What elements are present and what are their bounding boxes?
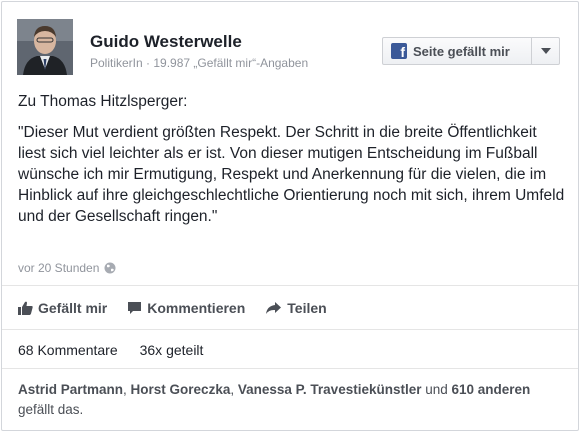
likers-summary: Astrid Partmann, Horst Goreczka, Vanessa… bbox=[18, 380, 558, 420]
share-arrow-icon bbox=[266, 302, 282, 314]
page-meta: PolitikerIn · 19.987 „Gefällt mir“-Angab… bbox=[90, 56, 308, 70]
post-timestamp-row: vor 20 Stunden bbox=[18, 261, 116, 275]
likers-others-link[interactable]: 610 anderen bbox=[452, 382, 531, 397]
like-label: Gefällt mir bbox=[38, 300, 108, 316]
post-intro: Zu Thomas Hitzlsperger: bbox=[18, 93, 188, 110]
liker-name[interactable]: Astrid Partmann bbox=[18, 382, 123, 397]
likers-suffix: gefällt das. bbox=[18, 402, 84, 417]
share-button[interactable]: Teilen bbox=[265, 300, 327, 316]
profile-photo bbox=[17, 19, 73, 75]
share-label: Teilen bbox=[287, 300, 327, 316]
avatar[interactable] bbox=[17, 19, 73, 75]
shares-count[interactable]: 36x geteilt bbox=[140, 342, 204, 358]
page-category: PolitikerIn bbox=[90, 56, 143, 70]
thumbs-up-icon bbox=[18, 301, 33, 315]
comment-label: Kommentieren bbox=[147, 300, 246, 316]
post-actions: Gefällt mir Kommentieren Teilen bbox=[18, 298, 347, 318]
liker-and: und bbox=[421, 382, 452, 397]
divider bbox=[2, 368, 578, 369]
post-card: Guido Westerwelle PolitikerIn · 19.987 „… bbox=[1, 1, 579, 431]
speech-bubble-icon bbox=[128, 302, 142, 314]
chevron-down-icon bbox=[540, 48, 551, 54]
facebook-logo-icon: f bbox=[391, 43, 407, 59]
post-quote: "Dieser Mut verdient größten Respekt. De… bbox=[18, 124, 565, 225]
globe-icon[interactable] bbox=[104, 262, 116, 274]
liker-separator: , bbox=[123, 382, 131, 397]
liker-separator: , bbox=[230, 382, 238, 397]
like-page-button[interactable]: f Seite gefällt mir bbox=[383, 38, 531, 64]
like-page-dropdown[interactable] bbox=[532, 38, 559, 64]
comment-button[interactable]: Kommentieren bbox=[127, 300, 245, 316]
post-timestamp[interactable]: vor 20 Stunden bbox=[18, 261, 99, 275]
comments-count[interactable]: 68 Kommentare bbox=[18, 342, 118, 358]
post-stats: 68 Kommentare 36x geteilt bbox=[18, 342, 225, 358]
divider bbox=[2, 329, 578, 330]
page-name[interactable]: Guido Westerwelle bbox=[90, 32, 242, 52]
divider bbox=[2, 285, 578, 286]
like-page-button-group: f Seite gefällt mir bbox=[382, 37, 560, 65]
page-likes-count[interactable]: 19.987 „Gefällt mir“-Angaben bbox=[153, 56, 308, 70]
like-page-label: Seite gefällt mir bbox=[413, 43, 510, 59]
liker-name[interactable]: Vanessa P. Travestiekünstler bbox=[238, 382, 422, 397]
liker-name[interactable]: Horst Goreczka bbox=[131, 382, 231, 397]
like-button[interactable]: Gefällt mir bbox=[18, 300, 107, 316]
